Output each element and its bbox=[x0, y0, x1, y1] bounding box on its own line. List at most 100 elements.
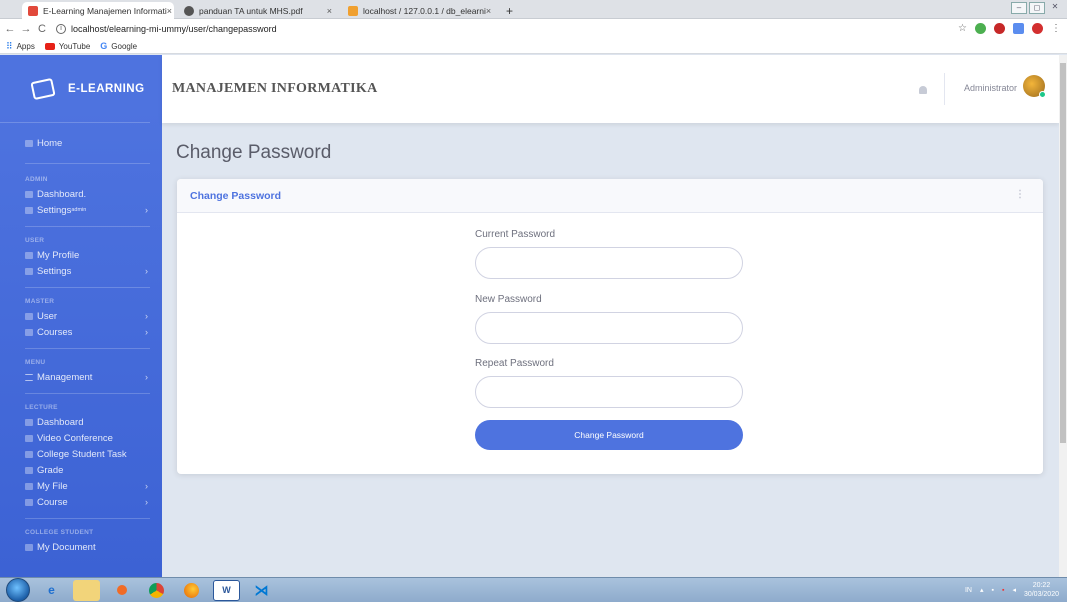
clock-time: 20:22 bbox=[1032, 582, 1051, 589]
tab-elearning[interactable]: E-Learning Manajemen Informati × bbox=[22, 2, 174, 19]
user-name[interactable]: Administrator bbox=[964, 83, 1017, 93]
bookmark-youtube[interactable]: YouTube bbox=[44, 42, 90, 51]
current-password-field[interactable] bbox=[475, 247, 743, 279]
network-icon[interactable]: ▪ bbox=[991, 587, 993, 594]
bookmark-apps[interactable]: ⠿ Apps bbox=[6, 41, 35, 52]
vscode-icon[interactable]: ⋊ bbox=[248, 580, 275, 601]
profile-icon[interactable] bbox=[1032, 23, 1043, 34]
youtube-icon bbox=[44, 42, 55, 50]
sidebar-item-video-conference[interactable]: Video Conference bbox=[0, 430, 162, 446]
sidebar-item-lecture-dashboard[interactable]: Dashboard bbox=[0, 414, 162, 430]
admin-sup: admin bbox=[71, 207, 87, 213]
sidebar-item-label: Management bbox=[37, 371, 93, 383]
laptop-icon bbox=[30, 77, 56, 100]
new-tab-button[interactable]: + bbox=[500, 2, 520, 19]
bookmark-star-icon[interactable]: ☆ bbox=[958, 23, 967, 34]
minimize-button[interactable]: – bbox=[1011, 2, 1027, 14]
back-icon[interactable]: ← bbox=[2, 23, 18, 35]
language-indicator[interactable]: IN bbox=[965, 587, 972, 594]
sidebar-heading: MENU bbox=[25, 359, 46, 366]
url-text: localhost/elearning-mi-ummy/user/changep… bbox=[71, 24, 277, 34]
bookmark-label: Google bbox=[111, 41, 138, 51]
repeat-password-field[interactable] bbox=[475, 376, 743, 408]
explorer-icon[interactable] bbox=[73, 579, 100, 601]
app-icon[interactable] bbox=[108, 580, 135, 601]
site-title: MANAJEMEN INFORMATIKA bbox=[172, 81, 378, 96]
sidebar-divider bbox=[25, 163, 150, 164]
start-button[interactable] bbox=[6, 578, 30, 602]
browser-window: E-Learning Manajemen Informati × panduan… bbox=[0, 0, 1067, 602]
avatar[interactable] bbox=[1023, 75, 1046, 98]
reload-icon[interactable]: C bbox=[34, 23, 50, 35]
ie-icon[interactable]: e bbox=[38, 580, 65, 601]
tab-title: localhost / 127.0.0.1 / db_elearni bbox=[363, 5, 486, 16]
change-password-card: Change Password ⋮ Current Password New P… bbox=[177, 179, 1043, 474]
translate-icon[interactable] bbox=[1013, 23, 1024, 34]
new-password-field[interactable] bbox=[475, 312, 743, 344]
change-password-button[interactable]: Change Password bbox=[475, 420, 743, 450]
sidebar-divider bbox=[25, 287, 150, 288]
scrollbar-thumb[interactable] bbox=[1060, 63, 1066, 443]
page-scrollbar[interactable] bbox=[1059, 55, 1067, 577]
book-icon bbox=[25, 328, 33, 336]
close-icon[interactable]: × bbox=[486, 6, 491, 16]
sidebar-item-my-file[interactable]: My File › bbox=[0, 478, 162, 494]
sidebar-item-my-document[interactable]: My Document bbox=[0, 539, 162, 555]
tab-phpmyadmin[interactable]: localhost / 127.0.0.1 / db_elearni × bbox=[342, 2, 497, 19]
forward-icon[interactable]: → bbox=[18, 23, 34, 35]
word-icon[interactable]: W bbox=[213, 579, 240, 601]
sidebar-brand[interactable]: E-LEARNING bbox=[0, 55, 150, 123]
google-icon: G bbox=[100, 41, 108, 51]
sidebar-item-label: User bbox=[37, 310, 58, 322]
close-icon[interactable]: × bbox=[167, 6, 172, 16]
menu-icon[interactable]: ⋮ bbox=[1051, 23, 1061, 34]
sidebar: E-LEARNING Home ADMIN Dashboard. Setting… bbox=[0, 55, 162, 577]
flag-icon[interactable]: ▪ bbox=[1002, 587, 1004, 594]
user-icon bbox=[25, 251, 33, 259]
shield-icon[interactable] bbox=[994, 23, 1005, 34]
sidebar-item-grade[interactable]: Grade bbox=[0, 462, 162, 478]
chevron-right-icon: › bbox=[145, 311, 148, 321]
clock[interactable]: 20:22 30/03/2020 bbox=[1024, 581, 1059, 599]
sidebar-item-user[interactable]: User › bbox=[0, 308, 162, 324]
sidebar-item-college-student-task[interactable]: College Student Task bbox=[0, 446, 162, 462]
tab-pdf[interactable]: panduan TA untuk MHS.pdf × bbox=[178, 2, 338, 19]
task-icon bbox=[25, 450, 33, 458]
sidebar-item-home[interactable]: Home bbox=[0, 135, 162, 151]
repeat-password-label: Repeat Password bbox=[475, 358, 554, 369]
extension-icon[interactable] bbox=[975, 23, 986, 34]
chrome-icon[interactable] bbox=[143, 580, 170, 601]
show-hidden-icons-icon[interactable]: ▴ bbox=[980, 586, 984, 594]
sidebar-item-label: Courses bbox=[37, 326, 73, 338]
maximize-button[interactable]: ◻ bbox=[1029, 2, 1045, 14]
url-field[interactable]: i localhost/elearning-mi-ummy/user/chang… bbox=[56, 24, 277, 34]
sidebar-item-admin-dashboard[interactable]: Dashboard. bbox=[0, 186, 162, 202]
more-options-icon[interactable]: ⋮ bbox=[1015, 189, 1025, 200]
video-icon bbox=[25, 434, 33, 442]
bell-icon[interactable] bbox=[919, 86, 927, 94]
gear-icon bbox=[25, 206, 33, 214]
tab-title: panduan TA untuk MHS.pdf bbox=[199, 5, 303, 16]
sidebar-item-admin-settings[interactable]: Settings admin › bbox=[0, 202, 162, 218]
info-icon[interactable]: i bbox=[56, 24, 66, 34]
close-icon[interactable]: × bbox=[327, 6, 332, 16]
sidebar-item-courses[interactable]: Courses › bbox=[0, 324, 162, 340]
clock-date: 30/03/2020 bbox=[1023, 591, 1059, 598]
users-icon bbox=[25, 312, 33, 320]
chrome-icon bbox=[184, 5, 194, 16]
volume-icon[interactable]: ◂ bbox=[1012, 586, 1016, 594]
bookmark-google[interactable]: G Google bbox=[100, 41, 137, 51]
page-title: Change Password bbox=[176, 142, 332, 163]
sidebar-item-my-profile[interactable]: My Profile bbox=[0, 247, 162, 263]
close-window-button[interactable]: ✕ bbox=[1047, 2, 1063, 14]
sidebar-item-user-settings[interactable]: Settings › bbox=[0, 263, 162, 279]
sidebar-item-label: Home bbox=[37, 137, 63, 149]
sidebar-divider bbox=[25, 226, 150, 227]
gear-icon bbox=[25, 267, 33, 275]
extensions-bar: ☆ ⋮ bbox=[958, 23, 1061, 34]
sidebar-item-management[interactable]: Management › bbox=[0, 369, 162, 385]
firefox-icon[interactable] bbox=[178, 580, 205, 601]
sidebar-item-course[interactable]: Course › bbox=[0, 494, 162, 510]
home-icon bbox=[25, 139, 33, 147]
system-tray: IN ▴ ▪ ▪ ◂ 20:22 30/03/2020 bbox=[965, 581, 1059, 599]
